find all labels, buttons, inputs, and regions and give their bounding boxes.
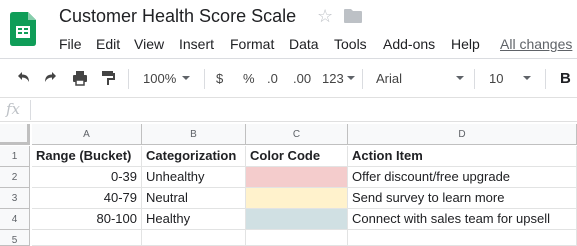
more-formats-label: 123 — [322, 70, 344, 86]
folder-icon[interactable] — [344, 9, 362, 23]
toolbar-divider — [204, 69, 205, 89]
column-header-c[interactable]: C — [246, 124, 348, 145]
toolbar-divider — [362, 69, 363, 89]
row-header-4[interactable]: 4 — [0, 209, 30, 230]
row-header-2[interactable]: 2 — [0, 167, 30, 188]
zoom-value: 100% — [143, 70, 177, 86]
row-header-5[interactable]: 5 — [0, 230, 30, 246]
cell-b1[interactable]: Categorization — [142, 146, 246, 167]
column-header-b[interactable]: B — [142, 124, 246, 145]
bold-button[interactable]: B — [560, 59, 571, 97]
column-header-d[interactable]: D — [348, 124, 577, 145]
toolbar-divider — [128, 69, 129, 89]
document-title[interactable]: Customer Health Score Scale — [59, 6, 296, 27]
formula-bar-divider — [30, 100, 31, 120]
star-icon[interactable]: ☆ — [317, 6, 333, 27]
font-family-value: Arial — [376, 70, 403, 86]
select-all-corner[interactable] — [0, 124, 30, 145]
decrease-decimal-label: .0 — [267, 70, 278, 86]
app-header: Customer Health Score Scale ☆ File Edit … — [0, 0, 577, 56]
menu-insert[interactable]: Insert — [179, 36, 214, 52]
menu-help[interactable]: Help — [451, 36, 480, 52]
menu-view[interactable]: View — [134, 36, 164, 52]
row-header-1[interactable]: 1 — [0, 146, 30, 167]
cell-b5[interactable] — [142, 230, 246, 246]
undo-button[interactable] — [14, 59, 32, 97]
menu-file[interactable]: File — [59, 36, 82, 52]
formula-bar: fx — [0, 98, 577, 122]
chevron-down-icon — [456, 76, 464, 80]
row-header-3[interactable]: 3 — [0, 188, 30, 209]
cell-b2[interactable]: Unhealthy — [142, 167, 246, 188]
font-size-value: 10 — [489, 70, 504, 86]
cell-a4[interactable]: 80-100 — [32, 209, 142, 230]
format-percent-button[interactable]: % — [243, 59, 255, 97]
sheets-logo-icon[interactable] — [10, 12, 36, 46]
cell-a1[interactable]: Range (Bucket) — [32, 146, 142, 167]
cell-d2[interactable]: Offer discount/free upgrade — [348, 167, 577, 188]
cell-d3[interactable]: Send survey to learn more — [348, 188, 577, 209]
menu-data[interactable]: Data — [289, 36, 319, 52]
spreadsheet-grid: A B C D 1 2 3 4 5 Range (Bucket) Categor… — [0, 124, 577, 246]
menu-edit[interactable]: Edit — [96, 36, 120, 52]
cell-c4[interactable] — [246, 209, 348, 230]
zoom-select[interactable]: 100% — [143, 59, 191, 97]
cell-c1[interactable]: Color Code — [246, 146, 348, 167]
redo-icon — [45, 72, 56, 82]
increase-decimal-label: .00 — [293, 70, 312, 86]
print-button[interactable] — [71, 59, 89, 97]
chevron-down-icon — [182, 76, 191, 80]
print-icon — [73, 71, 87, 86]
menu-format[interactable]: Format — [230, 36, 274, 52]
cell-c5[interactable] — [246, 230, 348, 246]
fx-icon: fx — [6, 100, 21, 118]
decrease-decimal-button[interactable]: .0 — [267, 59, 278, 97]
menu-tools[interactable]: Tools — [334, 36, 367, 52]
more-formats-button[interactable]: 123 — [322, 59, 355, 97]
paint-format-icon — [102, 71, 115, 85]
cell-a5[interactable] — [32, 230, 142, 246]
paint-format-button[interactable] — [99, 59, 117, 97]
font-size-select[interactable]: 10 — [489, 59, 531, 97]
format-currency-button[interactable]: $ — [216, 59, 223, 97]
column-header-a[interactable]: A — [32, 124, 142, 145]
font-family-select[interactable]: Arial — [376, 59, 464, 97]
cell-b4[interactable]: Healthy — [142, 209, 246, 230]
save-status-link[interactable]: All changes — [500, 36, 572, 52]
chevron-down-icon — [346, 76, 355, 80]
cell-d4[interactable]: Connect with sales team for upsell — [348, 209, 577, 230]
toolbar: 100% $ % .0 .00 123 Arial 10 B — [0, 58, 577, 98]
cell-a3[interactable]: 40-79 — [32, 188, 142, 209]
increase-decimal-button[interactable]: .00 — [293, 59, 311, 97]
redo-button[interactable] — [42, 59, 60, 97]
toolbar-divider — [545, 69, 546, 89]
cell-d5[interactable] — [348, 230, 577, 246]
cell-b3[interactable]: Neutral — [142, 188, 246, 209]
chevron-down-icon — [523, 76, 531, 80]
cell-c2[interactable] — [246, 167, 348, 188]
formula-input[interactable] — [34, 98, 574, 122]
cell-c3[interactable] — [246, 188, 348, 209]
toolbar-divider — [474, 69, 475, 89]
undo-icon — [18, 72, 29, 82]
cell-a2[interactable]: 0-39 — [32, 167, 142, 188]
cell-d1[interactable]: Action Item — [348, 146, 577, 167]
menu-add-ons[interactable]: Add-ons — [383, 36, 435, 52]
